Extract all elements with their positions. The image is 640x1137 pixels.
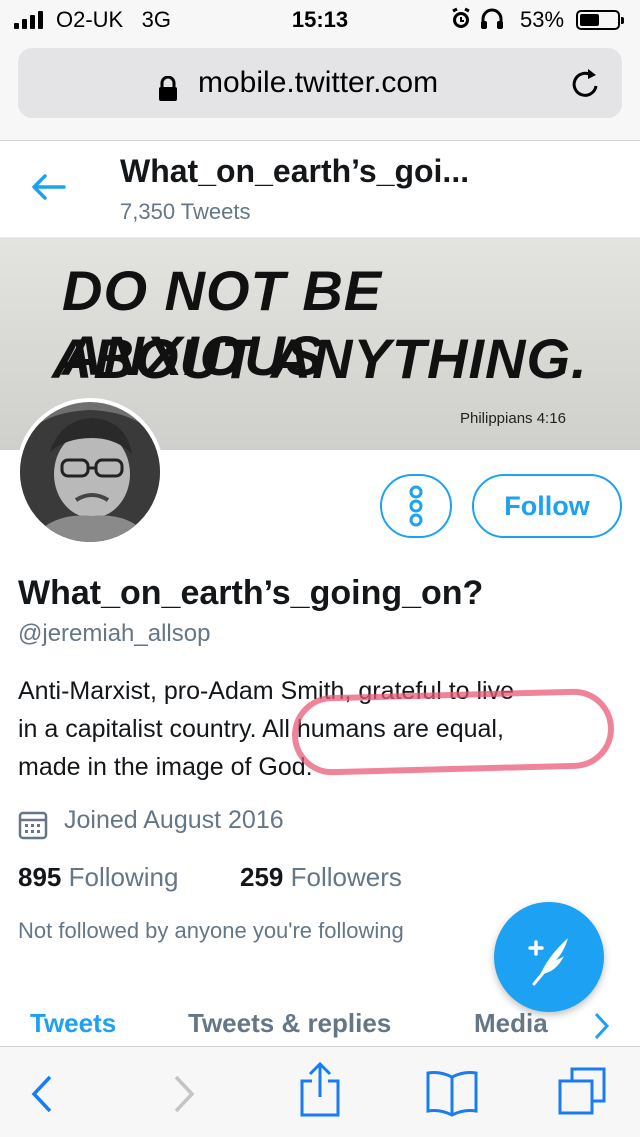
back-icon[interactable]	[28, 1073, 58, 1115]
profile-tabs: Tweets Tweets & replies Media	[0, 1000, 640, 1046]
tabs-icon[interactable]	[556, 1065, 608, 1117]
follow-button[interactable]: Follow	[472, 474, 622, 538]
lock-icon	[158, 75, 178, 107]
banner-reference: Philippians 4:16	[460, 410, 566, 427]
profile-header: What_on_earth’s_goi... 7,350 Tweets	[0, 141, 640, 238]
avatar[interactable]	[16, 398, 164, 546]
mutual-followers-note: Not followed by anyone you're following	[18, 918, 404, 943]
banner-text-line-2: ABOUT ANYTHING.	[52, 327, 588, 390]
tweet-count: 7,350 Tweets	[120, 199, 251, 224]
more-vertical-icon	[409, 485, 423, 527]
avatar-photo	[20, 402, 160, 542]
calendar-icon	[18, 811, 48, 840]
status-bar: O2-UK 3G 15:13 53%	[0, 0, 640, 40]
battery-percent: 53%	[520, 7, 565, 32]
alarm-icon	[450, 7, 472, 37]
tab-media[interactable]: Media	[474, 1008, 548, 1039]
headphones-icon	[480, 8, 504, 36]
following-label: Following	[68, 862, 179, 892]
tab-tweets[interactable]: Tweets	[30, 1008, 116, 1039]
browser-bar: mobile.twitter.com	[0, 40, 640, 141]
forward-icon[interactable]	[168, 1073, 198, 1115]
reload-icon[interactable]	[568, 66, 602, 111]
share-icon[interactable]	[298, 1061, 342, 1117]
header-title: What_on_earth’s_goi...	[120, 153, 470, 189]
browser-toolbar	[0, 1046, 640, 1137]
chevron-right-icon[interactable]	[592, 1002, 612, 1050]
battery-icon	[576, 10, 624, 30]
url-text[interactable]: mobile.twitter.com	[198, 66, 438, 100]
following-count-link[interactable]: 895 Following	[18, 862, 178, 893]
compose-tweet-button[interactable]	[494, 902, 604, 1012]
back-arrow-icon[interactable]	[30, 167, 66, 212]
following-count: 895	[18, 862, 62, 892]
followers-label: Followers	[290, 862, 402, 892]
highlight-annotation	[291, 687, 615, 777]
user-handle: @jeremiah_allsop	[18, 620, 211, 647]
compose-feather-icon	[528, 938, 568, 986]
followers-count: 259	[240, 862, 284, 892]
more-options-button[interactable]	[380, 474, 452, 538]
display-name: What_on_earth’s_going_on?	[18, 574, 484, 612]
bookmarks-icon[interactable]	[424, 1069, 480, 1117]
followers-count-link[interactable]: 259 Followers	[240, 862, 402, 893]
tab-tweets-replies[interactable]: Tweets & replies	[188, 1008, 391, 1039]
address-bar[interactable]: mobile.twitter.com	[18, 48, 622, 118]
